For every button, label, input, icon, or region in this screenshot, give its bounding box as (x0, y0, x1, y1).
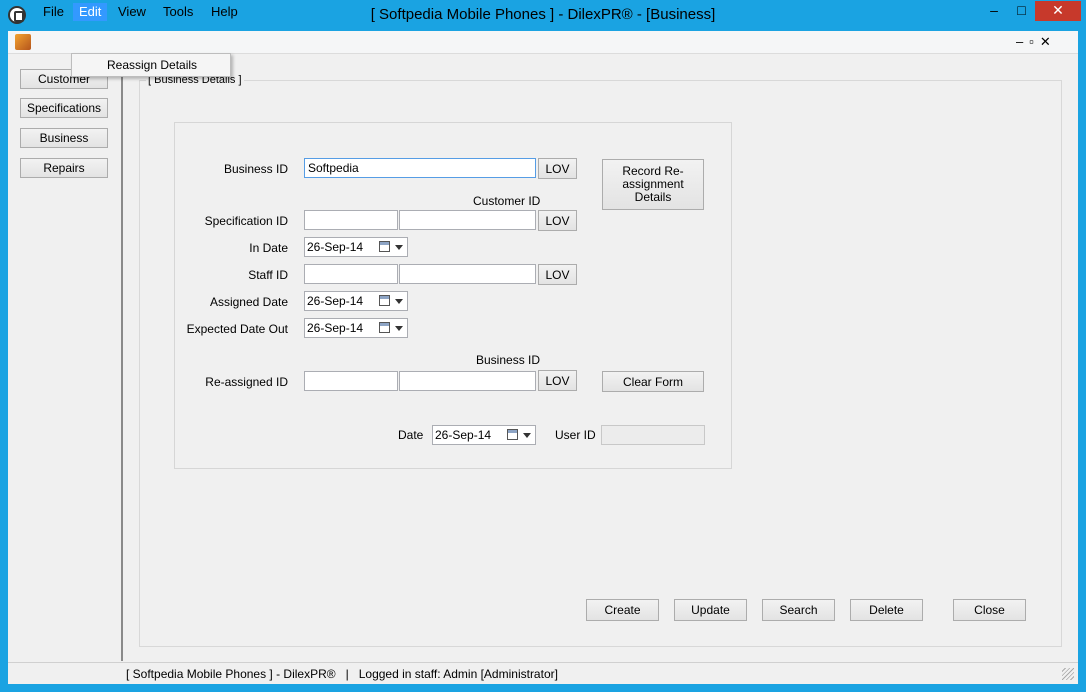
calendar-icon[interactable] (507, 429, 518, 440)
expected-date-out-picker[interactable]: 26-Sep-14 (304, 318, 408, 338)
staff-id-label: Staff ID (248, 268, 288, 282)
nav-repairs-button[interactable]: Repairs (20, 158, 108, 178)
menu-edit[interactable]: Edit (73, 3, 108, 21)
assigned-date-label: Assigned Date (209, 295, 288, 309)
calendar-icon[interactable] (379, 241, 390, 252)
staff-name-field[interactable] (399, 264, 536, 284)
assigned-date-picker[interactable]: 26-Sep-14 (304, 291, 408, 311)
customer-id-field[interactable] (399, 210, 536, 230)
splitter[interactable] (121, 56, 123, 661)
create-button[interactable]: Create (586, 599, 659, 621)
menu-tools[interactable]: Tools (157, 3, 199, 21)
clear-form-button[interactable]: Clear Form (602, 371, 704, 392)
status-text: [ Softpedia Mobile Phones ] - DilexPR® |… (126, 667, 558, 681)
menu-file[interactable]: File (37, 3, 70, 21)
in-date-label: In Date (249, 241, 288, 255)
chevron-down-icon[interactable] (395, 326, 403, 331)
menu-item-reassign-details[interactable]: Reassign Details (107, 58, 197, 72)
reassigned-lov-button[interactable]: LOV (538, 370, 577, 391)
expected-date-out-label: Expected Date Out (186, 322, 288, 336)
calendar-icon[interactable] (379, 322, 390, 333)
assigned-date-value: 26-Sep-14 (307, 294, 364, 308)
specification-id-label: Specification ID (204, 214, 288, 228)
delete-button[interactable]: Delete (850, 599, 923, 621)
update-button[interactable]: Update (674, 599, 747, 621)
staff-id-field[interactable] (304, 264, 398, 284)
in-date-picker[interactable]: 26-Sep-14 (304, 237, 408, 257)
menu-view[interactable]: View (112, 3, 152, 21)
close-window-button[interactable]: ✕ (1035, 1, 1081, 21)
date-value: 26-Sep-14 (435, 428, 492, 442)
nav-business-button[interactable]: Business (20, 128, 108, 148)
resize-grip[interactable] (1062, 668, 1074, 680)
nav-specifications-button[interactable]: Specifications (20, 98, 108, 118)
specification-lov-button[interactable]: LOV (538, 210, 577, 231)
business-id-header: Business ID (476, 353, 541, 367)
chevron-down-icon[interactable] (523, 433, 531, 438)
document-icon[interactable] (15, 34, 31, 50)
maximize-button[interactable]: □ (1008, 1, 1035, 21)
user-id-field (601, 425, 705, 445)
date-label: Date (398, 428, 424, 442)
record-reassignment-button[interactable]: Record Re-assignment Details (602, 159, 704, 210)
minimize-button[interactable]: – (980, 1, 1008, 21)
edit-menu-dropdown: Reassign Details (71, 53, 231, 77)
menu-bar (8, 31, 1078, 54)
user-id-label: User ID (555, 428, 596, 442)
customer-id-header: Customer ID (473, 194, 541, 208)
menu-help[interactable]: Help (205, 3, 244, 21)
specification-id-field[interactable] (304, 210, 398, 230)
in-date-value: 26-Sep-14 (307, 240, 364, 254)
business-lov-button[interactable]: LOV (538, 158, 577, 179)
chevron-down-icon[interactable] (395, 245, 403, 250)
business-id-field[interactable]: Softpedia (304, 158, 536, 178)
business-id-label: Business ID (223, 162, 288, 176)
calendar-icon[interactable] (379, 295, 390, 306)
close-button[interactable]: Close (953, 599, 1026, 621)
search-button[interactable]: Search (762, 599, 835, 621)
expected-date-out-value: 26-Sep-14 (307, 321, 364, 335)
date-picker[interactable]: 26-Sep-14 (432, 425, 536, 445)
staff-lov-button[interactable]: LOV (538, 264, 577, 285)
mdi-window-controls[interactable]: –▫✕ (1016, 34, 1057, 50)
reassigned-business-id-field[interactable] (399, 371, 536, 391)
reassigned-id-field[interactable] (304, 371, 398, 391)
reassigned-id-label: Re-assigned ID (205, 375, 288, 389)
chevron-down-icon[interactable] (395, 299, 403, 304)
